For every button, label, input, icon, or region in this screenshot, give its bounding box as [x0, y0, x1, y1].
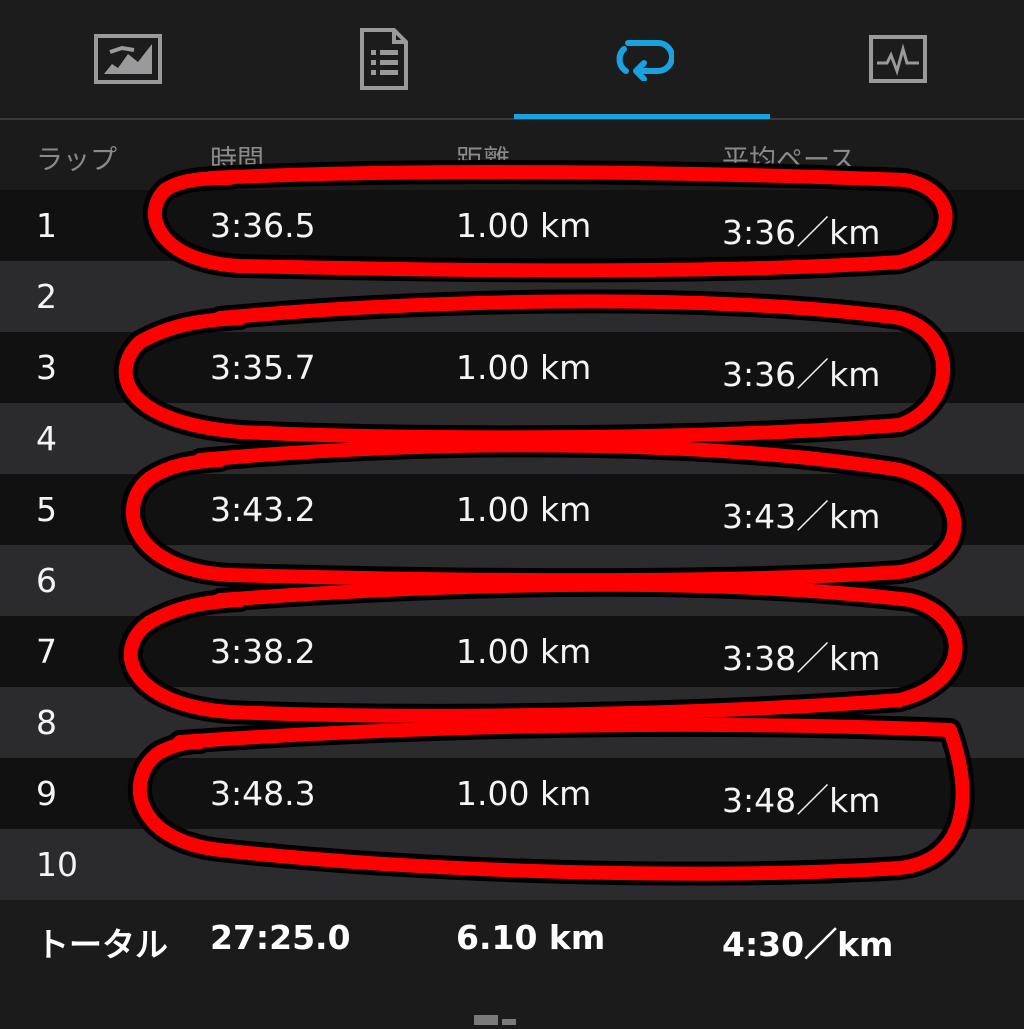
- lap-number: 4: [36, 419, 57, 458]
- lap-pace: 3:48／km: [722, 781, 881, 820]
- lap-number: 7: [36, 632, 57, 671]
- total-label: トータル: [36, 925, 168, 964]
- lap-row-5[interactable]: 5 3:43.2 1.00 km 3:43／km: [0, 474, 1024, 545]
- lap-number: 3: [36, 348, 57, 387]
- lap-number: 8: [36, 703, 57, 742]
- lap-row-2[interactable]: 2: [0, 261, 1024, 332]
- lap-distance: 1.00 km: [456, 206, 592, 245]
- lap-row-4[interactable]: 4: [0, 403, 1024, 474]
- tab-charts[interactable]: [770, 0, 1024, 118]
- lap-number: 10: [36, 845, 78, 884]
- header-distance: 距離: [456, 145, 510, 176]
- lap-pace: 3:38／km: [722, 639, 881, 678]
- lap-number: 1: [36, 206, 57, 245]
- total-row: トータル 27:25.0 6.10 km 4:30／km: [0, 902, 1024, 974]
- lap-row-8[interactable]: 8: [0, 687, 1024, 758]
- tab-bar: [0, 0, 1024, 120]
- map-photo-icon: [94, 34, 162, 84]
- active-tab-indicator: [514, 114, 770, 119]
- header-time: 時間: [210, 145, 264, 176]
- lap-number: 6: [36, 561, 57, 600]
- header-lap: ラップ: [36, 145, 117, 176]
- lap-number: 5: [36, 490, 57, 529]
- pulse-chart-icon: [869, 35, 927, 83]
- bottom-partial-icon: [470, 1010, 530, 1025]
- lap-distance: 1.00 km: [456, 632, 592, 671]
- tab-details[interactable]: [256, 0, 512, 118]
- total-time: 27:25.0: [210, 918, 351, 957]
- lap-pace: 3:43／km: [722, 497, 881, 536]
- header-pace: 平均ペース: [722, 145, 856, 176]
- lap-row-1[interactable]: 1 3:36.5 1.00 km 3:36／km: [0, 190, 1024, 261]
- total-pace: 4:30／km: [722, 925, 894, 964]
- lap-distance: 1.00 km: [456, 774, 592, 813]
- tab-overview[interactable]: [0, 0, 256, 118]
- lap-time: 3:48.3: [210, 774, 316, 813]
- lap-time: 3:36.5: [210, 206, 316, 245]
- lap-number: 2: [36, 277, 57, 316]
- total-distance: 6.10 km: [456, 918, 606, 957]
- table-header: ラップ 時間 距離 平均ペース: [0, 120, 1024, 190]
- lap-time: 3:35.7: [210, 348, 316, 387]
- lap-distance: 1.00 km: [456, 490, 592, 529]
- loop-arrows-icon: [616, 40, 674, 81]
- lap-row-7[interactable]: 7 3:38.2 1.00 km 3:38／km: [0, 616, 1024, 687]
- lap-time: 3:43.2: [210, 490, 316, 529]
- lap-row-6[interactable]: 6: [0, 545, 1024, 616]
- lap-row-9[interactable]: 9 3:48.3 1.00 km 3:48／km: [0, 758, 1024, 829]
- tab-laps[interactable]: [514, 0, 770, 118]
- lap-distance: 1.00 km: [456, 348, 592, 387]
- document-list-icon: [360, 28, 408, 90]
- lap-row-3[interactable]: 3 3:35.7 1.00 km 3:36／km: [0, 332, 1024, 403]
- lap-time: 3:38.2: [210, 632, 316, 671]
- lap-row-10[interactable]: 10: [0, 829, 1024, 900]
- lap-pace: 3:36／km: [722, 355, 881, 394]
- lap-number: 9: [36, 774, 57, 813]
- lap-pace: 3:36／km: [722, 213, 881, 252]
